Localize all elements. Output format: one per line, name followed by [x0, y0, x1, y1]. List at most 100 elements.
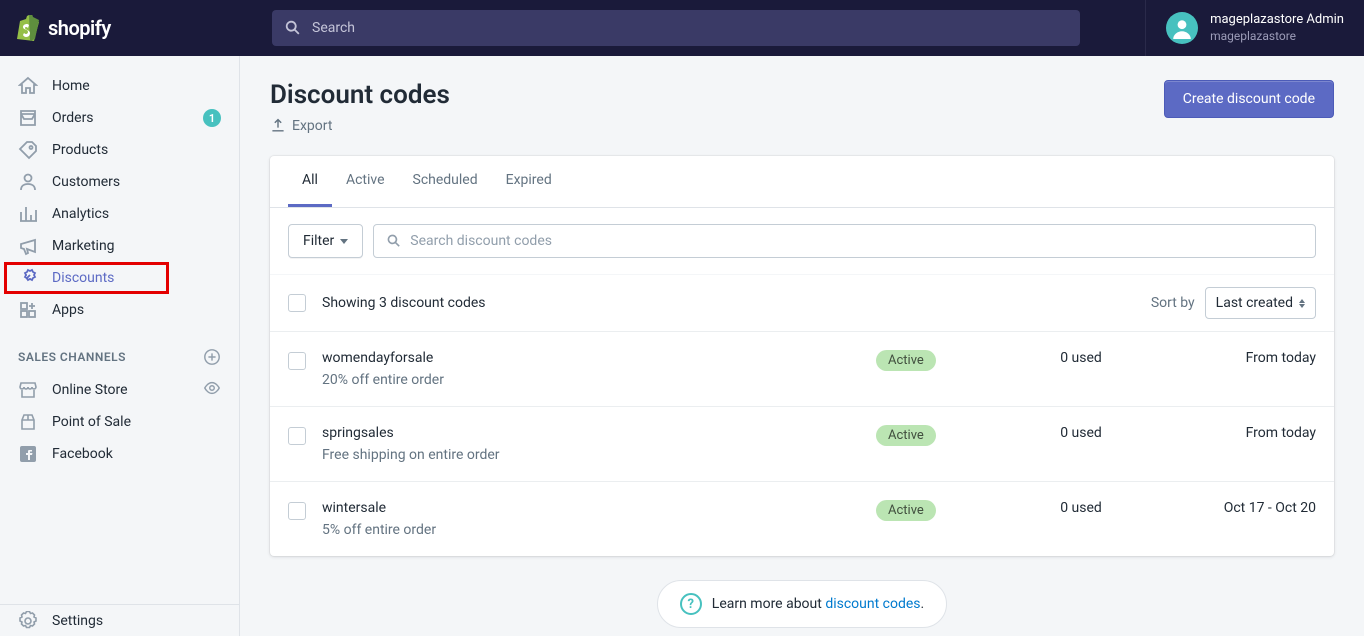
- view-store-icon[interactable]: [203, 379, 221, 401]
- search-codes[interactable]: [373, 224, 1316, 258]
- sidebar-item-analytics[interactable]: Analytics: [0, 198, 239, 230]
- code-name: springsales: [322, 425, 876, 441]
- user-name: mageplazastore Admin: [1210, 12, 1344, 29]
- tab-all[interactable]: All: [288, 156, 332, 207]
- tab-expired[interactable]: Expired: [492, 156, 566, 207]
- row-checkbox[interactable]: [288, 502, 306, 520]
- tab-scheduled[interactable]: Scheduled: [399, 156, 492, 207]
- sidebar-item-label: Home: [52, 78, 90, 94]
- date-range: Oct 17 - Oct 20: [1156, 500, 1316, 516]
- avatar: [1166, 12, 1198, 44]
- page-title: Discount codes: [270, 80, 450, 110]
- search-input[interactable]: [312, 20, 1068, 36]
- sidebar-item-orders[interactable]: Orders 1: [0, 102, 239, 134]
- status-badge: Active: [876, 350, 936, 371]
- sidebar-item-label: Marketing: [52, 238, 115, 254]
- sidebar-item-label: Settings: [52, 613, 103, 629]
- sidebar-item-label: Products: [52, 142, 108, 158]
- sidebar-item-label: Point of Sale: [52, 414, 131, 430]
- table-row[interactable]: wintersale 5% off entire order Active 0 …: [270, 481, 1334, 556]
- user-icon: [1171, 17, 1193, 39]
- marketing-icon: [18, 236, 38, 256]
- export-icon: [270, 118, 286, 134]
- list-header: Showing 3 discount codes Sort by Last cr…: [270, 274, 1334, 331]
- row-checkbox[interactable]: [288, 427, 306, 445]
- status-badge: Active: [876, 425, 936, 446]
- customers-icon: [18, 172, 38, 192]
- discounts-icon: [18, 268, 38, 288]
- products-icon: [18, 140, 38, 160]
- search-icon: [284, 19, 302, 37]
- search-codes-input[interactable]: [410, 225, 1303, 257]
- sidebar-item-label: Online Store: [52, 382, 128, 398]
- user-store: mageplazastore: [1210, 29, 1344, 45]
- code-name: womendayforsale: [322, 350, 876, 366]
- pos-icon: [18, 412, 38, 432]
- table-row[interactable]: springsales Free shipping on entire orde…: [270, 406, 1334, 481]
- search-wrap: [240, 10, 1145, 46]
- used-count: 0 used: [1006, 350, 1156, 366]
- sidebar-item-settings[interactable]: Settings: [0, 604, 239, 636]
- sort-label: Sort by: [1151, 295, 1195, 311]
- code-name: wintersale: [322, 500, 876, 516]
- sidebar-item-label: Facebook: [52, 446, 113, 462]
- select-all-checkbox[interactable]: [288, 294, 306, 312]
- chevron-down-icon: [340, 239, 348, 244]
- sales-channels-label: SALES CHANNELS: [0, 326, 239, 374]
- analytics-icon: [18, 204, 38, 224]
- apps-icon: [18, 300, 38, 320]
- date-range: From today: [1156, 350, 1316, 366]
- code-desc: 20% off entire order: [322, 372, 876, 388]
- tabs: All Active Scheduled Expired: [270, 156, 1334, 208]
- sidebar-item-marketing[interactable]: Marketing: [0, 230, 239, 262]
- learn-more-link[interactable]: discount codes: [825, 596, 920, 612]
- filter-button[interactable]: Filter: [288, 224, 363, 258]
- sidebar-item-label: Analytics: [52, 206, 109, 222]
- add-channel-icon[interactable]: [203, 348, 221, 366]
- table-row[interactable]: womendayforsale 20% off entire order Act…: [270, 331, 1334, 406]
- channel-pos[interactable]: Point of Sale: [0, 406, 239, 438]
- discounts-card: All Active Scheduled Expired Filter Show…: [270, 156, 1334, 556]
- user-text: mageplazastore Admin mageplazastore: [1210, 12, 1344, 44]
- sidebar-item-home[interactable]: Home: [0, 70, 239, 102]
- sort-arrows-icon: [1299, 299, 1305, 308]
- orders-icon: [18, 108, 38, 128]
- sidebar: Home Orders 1 Products Customers Analyti…: [0, 56, 240, 636]
- search-icon: [386, 233, 402, 249]
- orders-badge: 1: [203, 109, 221, 127]
- user-menu[interactable]: mageplazastore Admin mageplazastore: [1145, 0, 1364, 56]
- topbar: shopify mageplazastore Admin mageplazast…: [0, 0, 1364, 56]
- sidebar-item-label: Customers: [52, 174, 120, 190]
- export-button[interactable]: Export: [270, 118, 450, 134]
- channel-online-store[interactable]: Online Store: [0, 374, 239, 406]
- used-count: 0 used: [1006, 425, 1156, 441]
- sidebar-item-products[interactable]: Products: [0, 134, 239, 166]
- sort-button[interactable]: Last created: [1205, 287, 1316, 319]
- filter-row: Filter: [270, 208, 1334, 274]
- showing-count: Showing 3 discount codes: [322, 295, 1151, 311]
- main-content: Discount codes Export Create discount co…: [240, 56, 1364, 636]
- learn-more: ? Learn more about discount codes.: [270, 580, 1334, 628]
- date-range: From today: [1156, 425, 1316, 441]
- code-desc: 5% off entire order: [322, 522, 876, 538]
- sidebar-item-apps[interactable]: Apps: [0, 294, 239, 326]
- row-checkbox[interactable]: [288, 352, 306, 370]
- channel-facebook[interactable]: Facebook: [0, 438, 239, 470]
- global-search[interactable]: [272, 10, 1080, 46]
- create-discount-button[interactable]: Create discount code: [1164, 80, 1334, 118]
- sidebar-item-label: Apps: [52, 302, 84, 318]
- gear-icon: [18, 611, 38, 631]
- status-badge: Active: [876, 500, 936, 521]
- brand-text: shopify: [48, 16, 111, 40]
- sidebar-item-customers[interactable]: Customers: [0, 166, 239, 198]
- tab-active[interactable]: Active: [332, 156, 399, 207]
- sidebar-item-discounts[interactable]: Discounts: [4, 262, 169, 294]
- home-icon: [18, 76, 38, 96]
- shopify-bag-icon: [16, 15, 40, 41]
- logo[interactable]: shopify: [0, 15, 240, 41]
- page-header: Discount codes Export Create discount co…: [270, 80, 1334, 134]
- sidebar-item-label: Discounts: [52, 270, 114, 286]
- facebook-icon: [18, 444, 38, 464]
- code-desc: Free shipping on entire order: [322, 447, 876, 463]
- store-icon: [18, 380, 38, 400]
